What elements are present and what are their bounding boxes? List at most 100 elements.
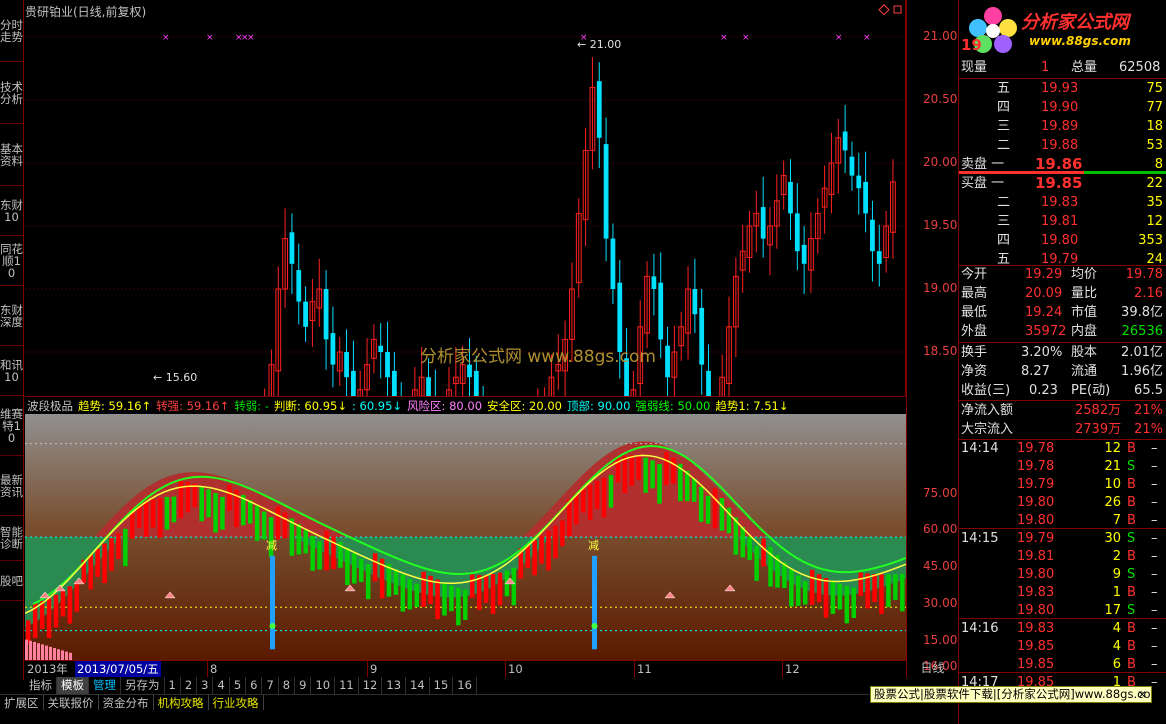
left-tab-0[interactable]: 分时走势: [0, 0, 23, 62]
ext-tab-0[interactable]: 扩展区: [0, 695, 44, 710]
indicator-bar: [761, 538, 766, 567]
indicator-bar: [206, 489, 211, 518]
toolbar-item-6[interactable]: 3: [197, 677, 214, 694]
tick-row: 19.78 21 S –: [959, 458, 1166, 476]
toolbar-item-12[interactable]: 9: [295, 677, 312, 694]
ad-text[interactable]: 股票公式|股票软件下载|[分析家公式网]www.88gs.com: [874, 687, 1151, 701]
toolbar-item-9[interactable]: 6: [246, 677, 263, 694]
month-tick: [207, 661, 208, 677]
price-tick: 20.00: [923, 155, 958, 169]
toolbar-item-14[interactable]: 11: [335, 677, 359, 694]
toolbar-item-15[interactable]: 12: [359, 677, 383, 694]
indicator-bar: [740, 527, 746, 558]
ask-label: 三: [997, 119, 1011, 134]
month-label: 9: [370, 662, 378, 676]
indicator-bar: [574, 493, 579, 525]
price-tick: 19.50: [923, 218, 958, 232]
bid-price: 19.83: [1041, 195, 1079, 210]
left-tab-6[interactable]: 和讯10: [0, 346, 23, 396]
stat-label: 流通: [1071, 364, 1098, 379]
left-tab-5[interactable]: 东财深度: [0, 286, 23, 346]
indicator-bar: [712, 488, 718, 529]
left-tab-8[interactable]: 最新资讯: [0, 456, 23, 516]
candle-down: [385, 352, 390, 378]
indicator-value-4: 判断: 60.95↓: [273, 399, 347, 413]
left-tab-7[interactable]: 维赛特10: [0, 396, 23, 456]
ext-tab-2[interactable]: 资金分布: [99, 695, 154, 710]
candle-down: [788, 181, 793, 214]
tick-time: 14:14: [961, 441, 999, 456]
candle-down: [426, 377, 431, 396]
indicator-toolbar: 指标 模板 管理 另存为 1 2 3 4 5 6 7 8 9 10 11 12 13 14 15 16: [25, 677, 958, 694]
indicator-bar: [358, 558, 364, 583]
indicator-bar: [393, 569, 399, 595]
left-tab-9[interactable]: 智能诊断: [0, 516, 23, 561]
toolbar-item-17[interactable]: 14: [406, 677, 430, 694]
toolbar-item-16[interactable]: 13: [382, 677, 407, 694]
tick-price: 19.78: [1017, 441, 1055, 456]
bid-price: 19.85: [1035, 174, 1083, 192]
indicator-panel[interactable]: 减减: [25, 414, 906, 660]
left-tab-4[interactable]: 同花顺10: [0, 236, 23, 286]
indicator-chart[interactable]: 减减: [25, 414, 906, 660]
square-icon[interactable]: [893, 5, 902, 14]
tick-dash: –: [1151, 495, 1158, 510]
indicator-value-0: 波段极品: [27, 399, 73, 413]
close-icon[interactable]: ×: [1137, 687, 1147, 702]
candle-down: [344, 352, 349, 378]
ext-tab-3[interactable]: 机构攻略: [154, 695, 209, 710]
ext-tab-1[interactable]: 关联报价: [44, 695, 99, 710]
toolbar-item-3[interactable]: 另存为: [121, 677, 165, 694]
tick-row: 14:16 19.83 4 B –: [959, 620, 1166, 638]
period-label[interactable]: 日线: [906, 660, 958, 677]
toolbar-item-7[interactable]: 4: [213, 677, 230, 694]
year-label: 2013年: [27, 662, 68, 676]
toolbar-item-4[interactable]: 1: [165, 677, 181, 694]
candle-down: [876, 251, 882, 264]
bid-row: 三 19.81 12: [959, 212, 1166, 231]
left-tab-10[interactable]: 股吧: [0, 561, 23, 601]
toolbar-item-5[interactable]: 2: [181, 677, 198, 694]
indicator-bar: [879, 574, 884, 615]
toolbar-item-10[interactable]: 7: [262, 677, 279, 694]
toolbar-item-13[interactable]: 10: [311, 677, 336, 694]
ext-tab-4[interactable]: 行业攻略: [209, 695, 264, 710]
separator: [959, 528, 1166, 529]
ask-price: 19.93: [1041, 81, 1079, 96]
tick-price: 19.78: [1017, 459, 1055, 474]
reduce-label: 减: [588, 539, 599, 552]
toolbar-item-1[interactable]: 模板: [57, 677, 89, 694]
month-tick: [634, 661, 635, 677]
toolbar-item-8[interactable]: 5: [230, 677, 247, 694]
indicator-bar: [192, 483, 197, 508]
tick-side: S: [1127, 531, 1136, 546]
toolbar-item-11[interactable]: 8: [279, 677, 296, 694]
diamond-icon[interactable]: [878, 4, 890, 16]
indicator-bar: [608, 474, 614, 508]
volume-bar: [25, 639, 28, 660]
indicator-bar: [490, 574, 496, 614]
stat-value: 20.09: [1025, 286, 1063, 301]
reduce-bar: [592, 555, 597, 650]
toolbar-item-18[interactable]: 15: [430, 677, 454, 694]
volume-bar: [49, 646, 52, 660]
price-chart-panel[interactable]: × × × × × × × × × × ← 21.00 ← 15.60 贵研铂业(日线,前复权) 分析…: [25, 0, 906, 396]
indicator-bar: [157, 497, 163, 538]
candle-down: [303, 301, 308, 327]
toolbar-item-0[interactable]: 指标: [25, 677, 57, 694]
toolbar-item-19[interactable]: 16: [453, 677, 477, 694]
left-tab-3[interactable]: 东财10: [0, 186, 23, 236]
toolbar-item-2[interactable]: 管理: [89, 677, 121, 694]
candle-down: [842, 131, 848, 151]
ad-bar[interactable]: 股票公式|股票软件下载|[分析家公式网]www.88gs.com ×: [870, 686, 1152, 703]
bid-label: 四: [997, 233, 1011, 248]
stat-row: 最高 20.09 量比 2.16: [959, 284, 1166, 303]
indicator-value-10: 趋势1: 7.51↓: [715, 399, 789, 413]
stat-label: PE(动): [1071, 383, 1111, 398]
left-tab-2[interactable]: 基本资料: [0, 124, 23, 186]
candlestick-chart[interactable]: × × ××× × × × × ×← 21.00← 15.60: [25, 0, 906, 396]
bid-volume: 353: [1138, 233, 1163, 248]
indicator-bar: [303, 529, 308, 554]
left-tab-1[interactable]: 技术分析: [0, 62, 23, 124]
date-axis: 2013年 2013/07/05/五 8 9 10 11 12: [25, 660, 906, 677]
